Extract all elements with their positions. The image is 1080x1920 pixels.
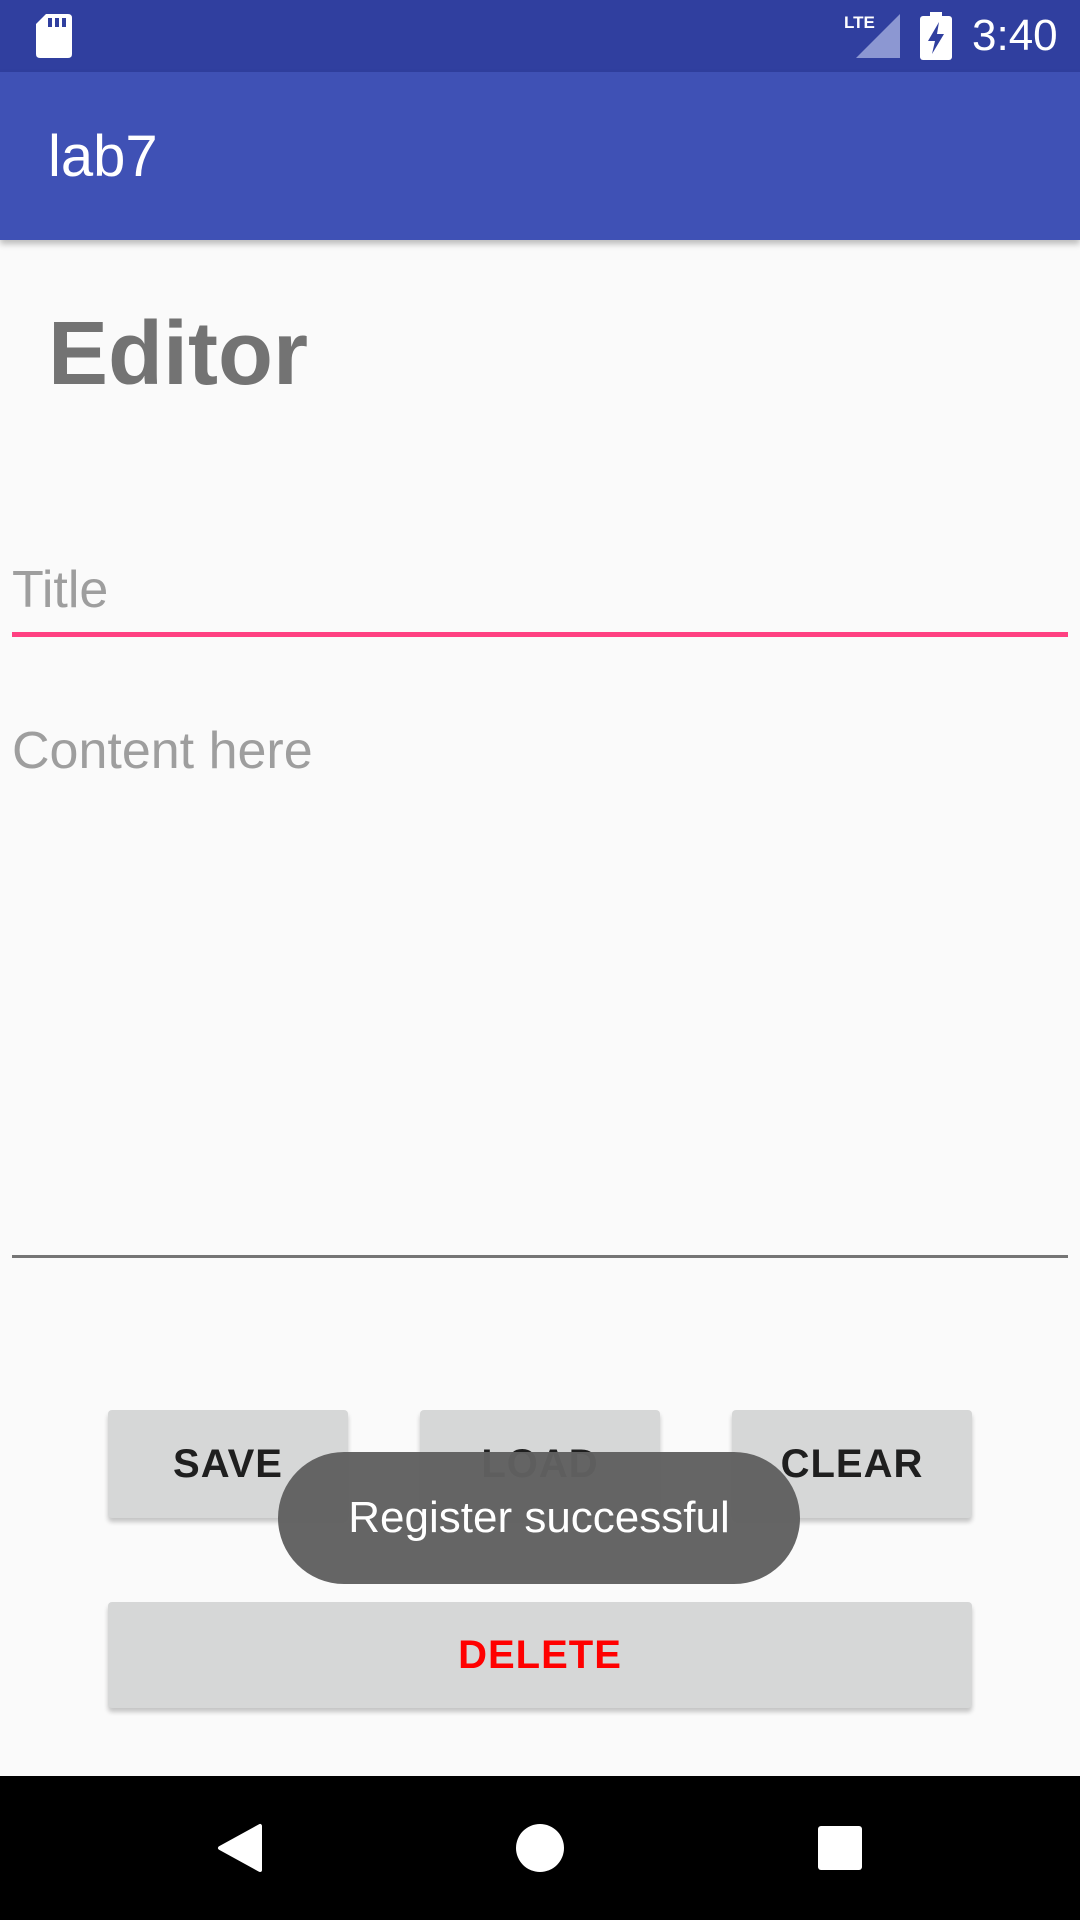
status-bar: LTE 3:40 (0, 0, 1080, 72)
home-button[interactable] (490, 1798, 590, 1898)
toast-text: Register successful (348, 1493, 730, 1542)
recents-button[interactable] (790, 1798, 890, 1898)
back-button[interactable] (190, 1798, 290, 1898)
home-icon (516, 1824, 564, 1872)
content-field[interactable] (12, 716, 1068, 1260)
sd-card-icon (36, 14, 72, 58)
back-icon (218, 1824, 262, 1872)
title-input[interactable] (12, 548, 1068, 632)
app-bar: lab7 (0, 72, 1080, 240)
content-underline (12, 1255, 1068, 1258)
lte-signal-icon: LTE (844, 13, 900, 58)
title-underline (12, 632, 1068, 637)
battery-charging-icon (920, 12, 952, 60)
content-input[interactable] (12, 716, 1068, 1252)
status-clock: 3:40 (972, 11, 1058, 60)
svg-text:LTE: LTE (844, 13, 875, 32)
app-title: lab7 (48, 124, 158, 189)
toast-message: Register successful (278, 1452, 800, 1584)
title-field[interactable] (12, 548, 1068, 640)
screen: LTE 3:40 lab7 Editor SAVE LOAD CLEAR DEL… (0, 0, 1080, 1920)
delete-button[interactable]: DELETE (108, 1602, 972, 1708)
navigation-bar (0, 1776, 1080, 1920)
recents-icon (818, 1826, 862, 1870)
editor-heading: Editor (48, 304, 308, 404)
